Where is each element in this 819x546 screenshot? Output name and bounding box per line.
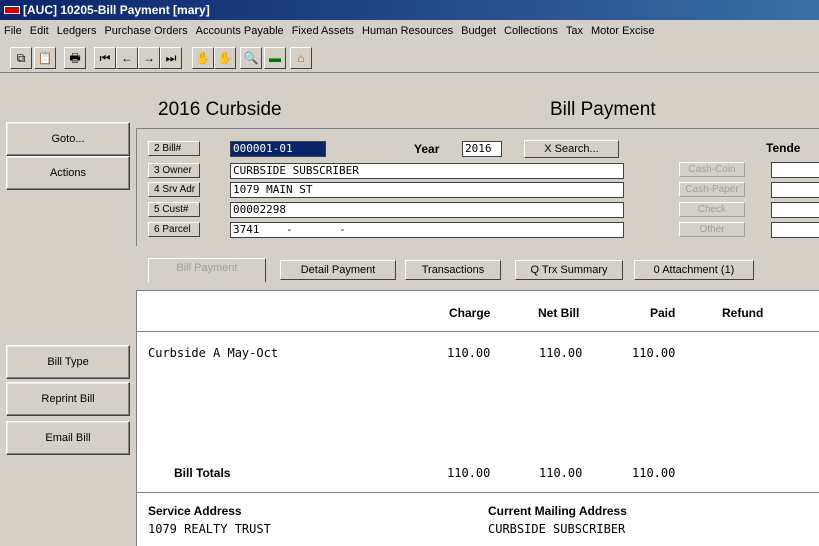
bill-number-field[interactable]: 000001-01 (230, 141, 326, 157)
row-charge: 110.00 (447, 346, 491, 360)
header-divider (137, 331, 819, 332)
totals-divider (137, 492, 819, 493)
year-label: Year (414, 142, 440, 156)
menu-file[interactable]: File (0, 21, 26, 41)
search-icon[interactable]: 🔍 (240, 47, 262, 69)
page-title: 2016 Curbside (158, 99, 282, 120)
cash-paper-button[interactable]: Cash-Paper (679, 182, 745, 197)
reprint-bill-button[interactable]: Reprint Bill (6, 382, 130, 416)
bill-type-button[interactable]: Bill Type (6, 345, 130, 379)
copy-icon[interactable]: ⧉ (10, 47, 32, 69)
page-subtitle: Bill Payment (550, 99, 656, 120)
toolbar: ⧉ 📋 🖶 ⏮ ← → ⏭ ✋ ✋ 🔍 ▬ ⌂ (0, 41, 819, 73)
mailing-address-label: Current Mailing Address (488, 504, 627, 518)
cash-paper-field[interactable] (771, 182, 819, 198)
app-icon[interactable] (4, 5, 20, 14)
menu-edit[interactable]: Edit (26, 21, 53, 41)
totals-paid: 110.00 (632, 466, 676, 480)
tab-strip: Bill Payment Detail Payment Transactions… (136, 248, 819, 290)
tab-transactions[interactable]: Transactions (405, 260, 501, 280)
menu-fixed-assets[interactable]: Fixed Assets (288, 21, 358, 41)
customer-number-field[interactable]: 00002298 (230, 202, 624, 218)
search-button[interactable]: X Search... (524, 140, 619, 158)
year-field[interactable]: 2016 (462, 141, 502, 157)
other-button[interactable]: Other (679, 222, 745, 237)
column-header-net-bill: Net Bill (538, 306, 580, 320)
print-icon[interactable]: 🖶 (64, 47, 86, 69)
totals-label: Bill Totals (174, 466, 231, 480)
tab-detail-payment[interactable]: Detail Payment (280, 260, 396, 280)
title-bar: [AUC] 10205-Bill Payment [mary] (0, 0, 819, 20)
check-button[interactable]: Check (679, 202, 745, 217)
service-address-button[interactable]: 4 Srv Adr (148, 182, 200, 197)
reprint-bill-label: Reprint Bill (41, 393, 95, 405)
menu-budget[interactable]: Budget (457, 21, 500, 41)
paste-icon[interactable]: 📋 (34, 47, 56, 69)
tab-attachment[interactable]: 0 Attachment (1) (634, 260, 754, 280)
menu-collections[interactable]: Collections (500, 21, 562, 41)
actions-label: Actions (49, 167, 87, 179)
service-address-field[interactable]: 1079 MAIN ST (230, 182, 624, 198)
check-field[interactable] (771, 202, 819, 218)
bill-payment-window: [AUC] 10205-Bill Payment [mary] File Edit… (0, 0, 819, 546)
column-header-refund: Refund (722, 306, 764, 320)
mailing-address-value: CURBSIDE SUBSCRIBER (488, 522, 626, 536)
calculator-icon[interactable]: ▬ (264, 47, 286, 69)
bill-number-button[interactable]: 2 Bill# (148, 141, 200, 156)
column-header-paid: Paid (650, 306, 676, 320)
goto-label: Goto... (51, 133, 85, 145)
parcel-field[interactable]: 3741 - - (230, 222, 624, 238)
parcel-button[interactable]: 6 Parcel (148, 222, 200, 237)
service-address-label: Service Address (148, 504, 242, 518)
last-record-icon[interactable]: ⏭ (160, 47, 182, 69)
bill-header-panel: 2 Bill# 000001-01 Year 2016 X Search... … (136, 128, 819, 246)
bill-payment-table: Charge Net Bill Paid Refund Curbside A M… (136, 290, 819, 546)
hand-icon[interactable]: ✋ (192, 47, 214, 69)
cash-coin-button[interactable]: Cash-Coin (679, 162, 745, 177)
row-paid: 110.00 (632, 346, 676, 360)
actions-button[interactable]: Actions (6, 156, 130, 190)
home-icon[interactable]: ⌂ (290, 47, 312, 69)
menu-accounts-payable[interactable]: Accounts Payable (192, 21, 288, 41)
first-record-icon[interactable]: ⏮ (94, 47, 116, 69)
totals-charge: 110.00 (447, 466, 491, 480)
owner-button[interactable]: 3 Owner (148, 163, 200, 178)
totals-net-bill: 110.00 (539, 466, 583, 480)
menu-purchase-orders[interactable]: Purchase Orders (100, 21, 191, 41)
email-bill-button[interactable]: Email Bill (6, 421, 130, 455)
row-description: Curbside A May-Oct (148, 346, 279, 360)
row-net-bill: 110.00 (539, 346, 583, 360)
tab-bill-payment[interactable]: Bill Payment (148, 258, 266, 282)
menu-human-resources[interactable]: Human Resources (358, 21, 457, 41)
goto-button[interactable]: Goto... (6, 122, 130, 156)
menu-motor-excise[interactable]: Motor Excise (587, 21, 659, 41)
menu-tax[interactable]: Tax (562, 21, 587, 41)
menu-ledgers[interactable]: Ledgers (53, 21, 101, 41)
previous-record-icon[interactable]: ← (116, 47, 138, 69)
other-field[interactable] (771, 222, 819, 238)
email-bill-label: Email Bill (45, 432, 91, 444)
next-record-icon[interactable]: → (138, 47, 160, 69)
menu-bar: File Edit Ledgers Purchase Orders Accounts P… (0, 21, 819, 41)
tab-trx-summary[interactable]: Q Trx Summary (515, 260, 623, 280)
window-title: [AUC] 10205-Bill Payment [mary] (23, 3, 210, 17)
service-address-value: 1079 REALTY TRUST (148, 522, 271, 536)
bill-type-label: Bill Type (47, 356, 89, 368)
tender-label: Tende (766, 141, 801, 155)
customer-number-button[interactable]: 5 Cust# (148, 202, 200, 217)
cash-coin-field[interactable] (771, 162, 819, 178)
column-header-charge: Charge (449, 306, 491, 320)
owner-field[interactable]: CURBSIDE SUBSCRIBER (230, 163, 624, 179)
hand-alt-icon[interactable]: ✋ (214, 47, 236, 69)
